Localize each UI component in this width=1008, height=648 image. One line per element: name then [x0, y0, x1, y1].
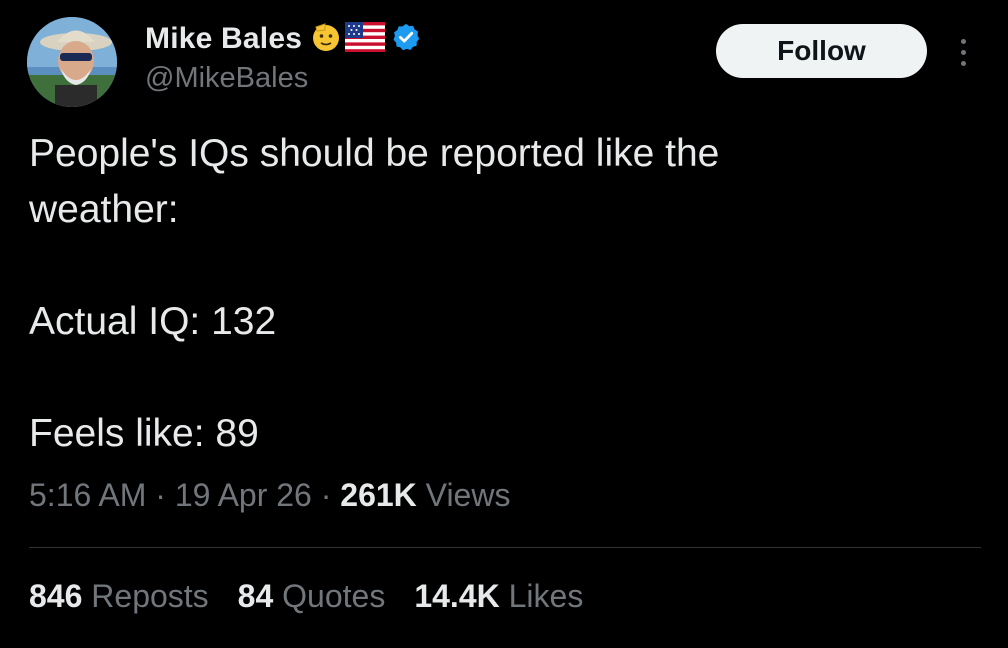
views-count[interactable]: 261K	[340, 477, 417, 513]
engagement-stats: 846 Reposts 84 Quotes 14.4K Likes	[29, 578, 583, 615]
tweet-text: People's IQs should be reported like the…	[29, 126, 979, 462]
tweet-line: People's IQs should be reported like the	[29, 132, 720, 175]
name-row: Mike Bales	[145, 18, 421, 60]
reposts-label: Reposts	[91, 578, 209, 614]
tweet-meta: 5:16 AM · 19 Apr 26 · 261K Views	[29, 477, 510, 514]
meta-separator: ·	[155, 477, 166, 513]
tweet-line: Actual IQ: 132	[29, 300, 277, 343]
reposts-count: 846	[29, 578, 83, 614]
likes-label: Likes	[508, 578, 584, 614]
display-name[interactable]: Mike Bales	[145, 22, 302, 56]
tweet: Mike Bales @MikeBales Follow People's IQ…	[0, 0, 1008, 648]
quotes-label: Quotes	[282, 578, 386, 614]
follow-button[interactable]: Follow	[716, 24, 927, 78]
tweet-line: Feels like: 89	[29, 412, 259, 455]
more-options-icon[interactable]	[948, 32, 978, 72]
divider	[29, 547, 981, 548]
views-label: Views	[425, 477, 511, 513]
avatar[interactable]	[27, 17, 117, 107]
quotes-count: 84	[237, 578, 274, 614]
handle[interactable]: @MikeBales	[145, 62, 421, 95]
tweet-line: weather:	[29, 188, 179, 231]
likes-count: 14.4K	[414, 578, 500, 614]
verified-badge-icon[interactable]	[391, 22, 421, 57]
reposts-stat[interactable]: 846 Reposts	[29, 578, 209, 615]
saluting-face-emoji-icon	[310, 21, 342, 58]
meta-separator: ·	[320, 477, 332, 513]
us-flag-emoji-icon	[345, 21, 386, 57]
tweet-time[interactable]: 5:16 AM	[29, 477, 146, 513]
author-header: Mike Bales @MikeBales	[145, 18, 421, 95]
likes-stat[interactable]: 14.4K Likes	[414, 578, 583, 615]
quotes-stat[interactable]: 84 Quotes	[238, 578, 386, 615]
tweet-date[interactable]: 19 Apr 26	[175, 477, 312, 513]
avatar-photo	[27, 17, 117, 107]
